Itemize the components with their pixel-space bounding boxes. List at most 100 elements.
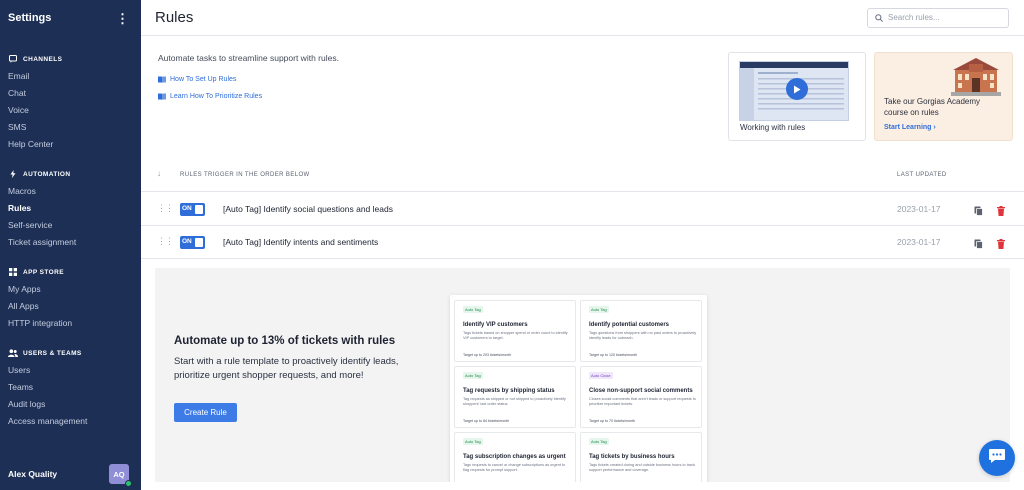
sidebar-item-help-center[interactable]: Help Center (0, 136, 141, 153)
rule-name[interactable]: [Auto Tag] Identify social questions and… (223, 204, 393, 214)
sidebar-section-channels: CHANNELS Email Chat Voice SMS Help Cente… (0, 50, 141, 153)
book-icon (158, 76, 166, 83)
online-status-dot (125, 480, 132, 487)
template-tag: Auto Tag (589, 438, 609, 445)
template-card[interactable]: Auto Tag Tag tickets by business hours T… (580, 432, 702, 482)
template-footer: Target up to 120 tickets/month (589, 353, 638, 357)
avatar[interactable]: AQ (109, 464, 132, 487)
users-icon (8, 349, 18, 357)
duplicate-icon[interactable] (974, 236, 983, 254)
chat-launcher-button[interactable] (979, 440, 1015, 476)
drag-handle-icon[interactable]: ⋮⋮ (157, 203, 174, 214)
rule-date: 2023-01-17 (897, 237, 941, 247)
template-title: Tag tickets by business hours (589, 454, 675, 460)
rule-toggle[interactable]: ON (180, 203, 205, 216)
template-description: Tags requests to cancel or change subscr… (463, 463, 566, 472)
drag-handle-icon[interactable]: ⋮⋮ (157, 236, 174, 247)
delete-icon[interactable] (997, 236, 1005, 254)
sidebar-item-sms[interactable]: SMS (0, 119, 141, 136)
sidebar-section-header: USERS & TEAMS (0, 344, 141, 362)
rules-list-header: ↓ RULES TRIGGER IN THE ORDER BELOW LAST … (141, 165, 1024, 192)
academy-card[interactable]: Take our Gorgias Academy course on rules… (874, 52, 1013, 141)
sort-arrow-icon[interactable]: ↓ (157, 169, 161, 178)
template-card[interactable]: Auto Close Close non-support social comm… (580, 366, 702, 428)
sidebar-section-header: CHANNELS (0, 50, 141, 68)
column-header-order: RULES TRIGGER IN THE ORDER BELOW (180, 172, 310, 178)
main-content: Rules Automate tasks to streamline suppo… (141, 0, 1024, 490)
more-options-icon[interactable]: ⋮ (116, 12, 129, 25)
create-rule-button[interactable]: Create Rule (174, 403, 237, 422)
sidebar-item-http-integration[interactable]: HTTP integration (0, 315, 141, 332)
book-icon (158, 93, 166, 100)
video-caption: Working with rules (740, 123, 806, 132)
sidebar-footer[interactable]: Alex Quality AQ (0, 458, 141, 490)
sidebar: Settings ⋮ CHANNELS Email Chat Voice SMS… (0, 0, 141, 490)
rule-row[interactable]: ⋮⋮ ON [Auto Tag] Identify social questio… (141, 193, 1024, 226)
sidebar-section-header: APP STORE (0, 263, 141, 281)
duplicate-icon[interactable] (974, 203, 983, 221)
delete-icon[interactable] (997, 203, 1005, 221)
sidebar-item-self-service[interactable]: Self-service (0, 217, 141, 234)
user-name: Alex Quality (8, 469, 58, 479)
template-title: Tag subscription changes as urgent (463, 454, 566, 460)
search-icon (875, 9, 883, 27)
template-title: Identify VIP customers (463, 322, 528, 328)
start-learning-link[interactable]: Start Learning › (884, 124, 936, 131)
academy-text: Take our Gorgias Academy course on rules (884, 97, 981, 117)
intro-text: Automate tasks to streamline support wit… (158, 53, 339, 63)
template-tag: Auto Tag (463, 438, 483, 445)
page-title: Rules (155, 9, 194, 26)
sidebar-item-ticket-assignment[interactable]: Ticket assignment (0, 234, 141, 251)
sidebar-item-rules[interactable]: Rules (0, 200, 141, 217)
template-title: Close non-support social comments (589, 388, 693, 394)
sidebar-item-voice[interactable]: Voice (0, 102, 141, 119)
template-description: Tags tickets created during and outside … (589, 463, 695, 472)
link-prioritize-rules[interactable]: Learn How To Prioritize Rules (158, 88, 339, 105)
template-description: Tags tickets based on shopper spend or o… (463, 331, 568, 340)
template-card[interactable]: Auto Tag Tag requests by shipping status… (454, 366, 576, 428)
template-card[interactable]: Auto Tag Identify potential customers Ta… (580, 300, 702, 362)
search-box[interactable] (867, 7, 1009, 28)
sidebar-item-my-apps[interactable]: My Apps (0, 281, 141, 298)
sidebar-item-teams[interactable]: Teams (0, 379, 141, 396)
sidebar-item-all-apps[interactable]: All Apps (0, 298, 141, 315)
sidebar-item-audit-logs[interactable]: Audit logs (0, 396, 141, 413)
sidebar-item-chat[interactable]: Chat (0, 85, 141, 102)
sidebar-item-access-management[interactable]: Access management (0, 413, 141, 430)
link-how-to-set-up-rules[interactable]: How To Set Up Rules (158, 71, 339, 88)
rule-name[interactable]: [Auto Tag] Identify intents and sentimen… (223, 237, 378, 247)
sidebar-item-users[interactable]: Users (0, 362, 141, 379)
template-description: Tag requests as shipped or not shipped t… (463, 397, 566, 406)
template-tag: Auto Tag (589, 306, 609, 313)
sidebar-section-app-store: APP STORE My Apps All Apps HTTP integrat… (0, 263, 141, 332)
rule-date: 2023-01-17 (897, 204, 941, 214)
play-icon[interactable] (786, 78, 808, 100)
column-header-last-updated[interactable]: LAST UPDATED (897, 172, 947, 178)
sidebar-header: Settings ⋮ (0, 0, 141, 36)
rule-templates-promo: Automate up to 13% of tickets with rules… (155, 268, 1010, 482)
template-card[interactable]: Auto Tag Identify VIP customers Tags tic… (454, 300, 576, 362)
video-card[interactable]: Working with rules (728, 52, 866, 141)
template-footer: Target up to 203 tickets/month (463, 353, 512, 357)
template-title: Identify potential customers (589, 322, 670, 328)
template-description: Closes social comments that aren't leads… (589, 397, 696, 406)
template-title: Tag requests by shipping status (463, 388, 555, 394)
search-input[interactable] (888, 13, 998, 22)
channels-icon (8, 55, 18, 63)
templates-panel: Auto Tag Identify VIP customers Tags tic… (450, 295, 707, 482)
bolt-icon (8, 170, 18, 178)
chat-bubble-icon (988, 448, 1006, 469)
sidebar-title: Settings (8, 12, 52, 24)
sidebar-item-email[interactable]: Email (0, 68, 141, 85)
promo-description: Start with a rule template to proactivel… (174, 356, 399, 381)
intro-section: Automate tasks to streamline support wit… (158, 53, 339, 105)
template-footer: Target up to 70 tickets/month (589, 419, 636, 423)
sidebar-item-macros[interactable]: Macros (0, 183, 141, 200)
rule-toggle[interactable]: ON (180, 236, 205, 249)
promo-title: Automate up to 13% of tickets with rules (174, 335, 396, 347)
grid-icon (8, 268, 18, 276)
chevron-right-icon: › (933, 124, 936, 131)
video-thumbnail[interactable] (739, 61, 849, 121)
template-card[interactable]: Auto Tag Tag subscription changes as urg… (454, 432, 576, 482)
rule-row[interactable]: ⋮⋮ ON [Auto Tag] Identify intents and se… (141, 226, 1024, 259)
